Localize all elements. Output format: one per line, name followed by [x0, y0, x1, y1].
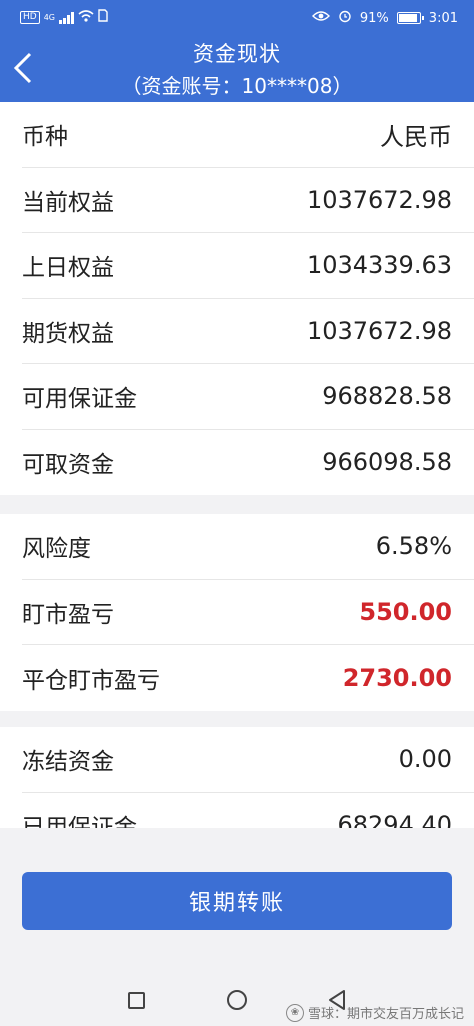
list-item-currency: 币种 人民币 — [22, 102, 474, 168]
list-item-used-margin: 已用保证金 68294.40 — [22, 793, 474, 828]
list-item-risk: 风险度 6.58% — [22, 514, 474, 580]
row-value: 6.58% — [375, 532, 452, 561]
battery-percent: 91% — [359, 10, 389, 26]
alarm-icon — [338, 9, 352, 27]
watermark-text: 雪球：期市交友百万成长记 — [307, 1007, 464, 1022]
list-item-current-equity: 当前权益 1037672.98 — [22, 168, 474, 233]
row-label: 可用保证金 — [22, 386, 137, 413]
list-item-close-mtm-pnl: 平仓盯市盈亏 2730.00 — [22, 645, 474, 711]
row-value: 68294.40 — [337, 811, 452, 828]
row-label: 币种 — [22, 124, 68, 151]
status-time: 3:01 — [428, 10, 458, 26]
funds-group-3: 冻结资金 0.00 已用保证金 68294.40 — [0, 727, 474, 828]
list-item-prev-equity: 上日权益 1034339.63 — [22, 233, 474, 299]
row-value: 2730.00 — [342, 663, 452, 692]
row-label: 风险度 — [22, 536, 91, 563]
bank-futures-transfer-button[interactable]: 银期转账 — [22, 872, 452, 930]
row-label: 冻结资金 — [22, 749, 114, 776]
list-item-available-margin: 可用保证金 968828.58 — [22, 364, 474, 430]
funds-group-2: 风险度 6.58% 盯市盈亏 550.00 平仓盯市盈亏 2730.00 — [0, 514, 474, 711]
account-subtitle: （资金账号：10****08） — [121, 74, 353, 98]
watermark-logo-icon: ❀ — [285, 1003, 304, 1022]
list-item-frozen: 冻结资金 0.00 — [22, 727, 474, 793]
circle-icon[interactable] — [227, 990, 247, 1010]
hd-badge: HD — [20, 11, 40, 24]
app-header: HD 4G 91% 3:01 资金现状 （资金账号：10****08） — [0, 0, 474, 102]
funds-group-1: 币种 人民币 当前权益 1037672.98 上日权益 1034339.63 期… — [0, 102, 474, 495]
network-type: 4G — [43, 12, 55, 22]
page-title: 资金现状 — [193, 42, 281, 66]
row-label: 当前权益 — [22, 189, 114, 216]
row-label: 上日权益 — [22, 255, 114, 282]
row-label: 已用保证金 — [22, 808, 137, 828]
battery-icon — [396, 12, 424, 24]
wifi-icon — [78, 9, 94, 26]
row-value: 966098.58 — [322, 448, 452, 477]
row-label: 可取资金 — [22, 452, 114, 479]
row-value: 人民币 — [380, 122, 452, 151]
status-bar: HD 4G 91% 3:01 — [0, 0, 474, 36]
row-label: 期货权益 — [22, 320, 114, 347]
row-value: 1037672.98 — [306, 185, 452, 214]
sim-icon — [98, 9, 108, 26]
eye-icon — [311, 10, 330, 26]
list-item-mtm-pnl: 盯市盈亏 550.00 — [22, 580, 474, 645]
row-label: 盯市盈亏 — [22, 601, 114, 628]
row-value: 0.00 — [398, 745, 452, 774]
row-value: 968828.58 — [322, 382, 452, 411]
row-value: 1037672.98 — [306, 316, 452, 345]
row-label: 平仓盯市盈亏 — [22, 667, 160, 694]
list-item-withdrawable: 可取资金 966098.58 — [22, 430, 474, 496]
watermark: ❀ 雪球：期市交友百万成长记 — [285, 1003, 464, 1022]
square-icon[interactable] — [128, 992, 145, 1009]
row-value: 550.00 — [359, 597, 452, 626]
signal-icon — [59, 11, 74, 24]
list-item-futures-equity: 期货权益 1037672.98 — [22, 299, 474, 364]
row-value: 1034339.63 — [306, 251, 452, 280]
